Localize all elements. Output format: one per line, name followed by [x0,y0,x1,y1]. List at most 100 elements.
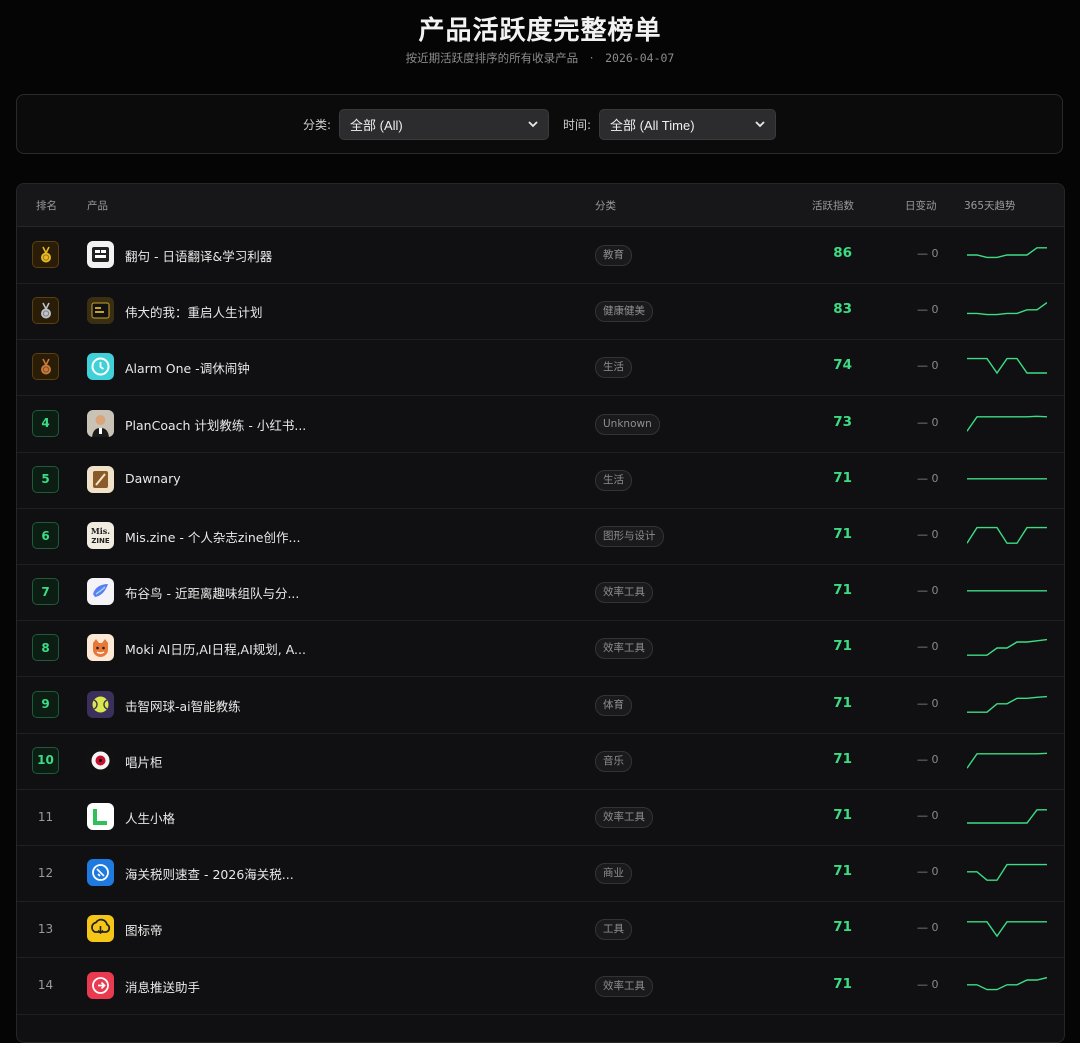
rank-number: 6 [41,528,50,543]
miszine-icon: Mis. ZINE [87,522,114,549]
product-name[interactable]: Moki AI日历,AI日程,AI规划, A... [125,639,306,658]
activity-score: 74 [833,357,852,374]
product-name[interactable]: 伟大的我：重启人生计划 [125,302,263,321]
table-row[interactable]: 13 图标帝 工具 71 — 0 [17,901,1064,959]
rank-badge: 12 [32,859,59,886]
category-select-value: 全部 (All) [350,117,403,133]
svg-text:ZINE: ZINE [91,537,110,545]
product-name[interactable]: Mis.zine - 个人杂志zine创作... [125,527,300,546]
product-name[interactable]: 唱片柜 [125,752,163,771]
table-row[interactable]: 翻句 - 日语翻译&学习利器 教育 86 — 0 [17,227,1064,284]
trend-sparkline [967,639,1047,657]
category-badge: 健康健美 [595,301,653,323]
rank-badge: 11 [32,803,59,830]
table-row[interactable]: 9 击智网球-ai智能教练 体育 71 — 0 [17,677,1064,734]
col-score: 活跃指数 [812,200,854,212]
product-name[interactable]: 翻句 - 日语翻译&学习利器 [125,246,272,265]
table-row[interactable]: 14 消息推送助手 效率工具 71 — 0 [17,958,1064,1015]
product-name[interactable]: 布谷鸟 - 近距离趣味组队与分... [125,583,299,602]
product-name[interactable]: Alarm One -调休闹钟 [125,358,250,377]
svg-text:Mis.: Mis. [91,526,110,536]
daily-change: — 0 [917,415,939,429]
activity-score: 71 [833,469,852,486]
category-badge: 生活 [595,357,632,379]
push-icon [87,971,114,999]
daily-change: — 0 [917,809,939,822]
category-badge: 工具 [595,919,632,941]
activity-score: 71 [833,582,852,599]
activity-score: 73 [833,413,852,430]
category-badge: 音乐 [595,750,632,772]
activity-score: 71 [833,638,852,655]
table-row[interactable]: Alarm One -调休闹钟 生活 74 — 0 [17,339,1064,397]
subtitle-text: 按近期活跃度排序的所有收录产品 [405,51,579,65]
category-filter-label: 分类: [302,117,331,132]
trend-sparkline [967,302,1047,316]
activity-score: 71 [833,750,852,767]
category-badge: 教育 [595,245,632,266]
bugu-icon [87,578,114,606]
activity-score: 86 [833,245,852,261]
category-badge: 商业 [595,863,632,885]
trend-sparkline [967,415,1047,432]
table-row[interactable]: 7 布谷鸟 - 近距离趣味组队与分... 效率工具 71 — 0 [17,564,1064,622]
chevron-down-icon [755,120,765,127]
activity-score: 71 [833,863,852,880]
table-row[interactable]: 6 Mis. ZINE Mis.zine - 个人杂志zine创作... 图形与设计 71… [17,508,1064,565]
product-name[interactable]: 击智网球-ai智能教练 [125,696,241,715]
rank-number: 7 [41,584,50,599]
product-name[interactable]: 消息推送助手 [125,977,200,996]
rank-number: 10 [37,753,54,768]
daily-change: — 0 [917,752,939,766]
trend-sparkline [967,976,1047,990]
trend-sparkline [967,752,1047,769]
category-badge: Unknown [595,413,660,435]
table-row[interactable]: 8 Moki AI日历,AI日程,AI规划, A... 效率工具 71 — 0 [17,620,1064,678]
table-row[interactable]: 4 PlanCoach 计划教练 - 小红书... Unknown 73 — 0 [17,396,1064,453]
product-name[interactable]: 图标帝 [125,920,163,939]
trend-sparkline [967,526,1047,544]
category-badge: 效率工具 [595,807,653,828]
gold-medal-icon [40,246,51,262]
table-row[interactable]: 10 唱片柜 音乐 71 — 0 [17,733,1064,790]
table-row[interactable]: 12 海关税则速查 - 2026海关税... 商业 71 — 0 [17,845,1064,903]
category-badge: 生活 [595,469,632,491]
col-change: 日变动 [905,200,937,212]
product-name[interactable]: PlanCoach 计划教练 - 小红书... [125,415,306,434]
time-filter-label: 时间: [563,117,592,132]
activity-score: 71 [833,975,852,992]
rank-badge: 6 [32,522,59,549]
table-row[interactable]: 5 Dawnary 生活 71 — 0 [17,452,1064,509]
category-badge: 图形与设计 [595,526,664,547]
rank-badge: 14 [32,972,59,999]
product-name[interactable]: Dawnary [125,471,181,486]
category-badge: 效率工具 [595,638,653,660]
daily-change: — 0 [917,528,939,541]
rank-number: 14 [37,978,54,993]
rank-badge: 10 [32,746,59,774]
table-row[interactable]: 11 人生小格 效率工具 71 — 0 [17,789,1064,846]
table-row[interactable]: 伟大的我：重启人生计划 健康健美 83 — 0 [17,283,1064,341]
category-badge: 效率工具 [595,582,653,604]
bronze-medal-icon [40,358,51,375]
category-select[interactable]: 全部 (All) [339,108,549,140]
category-badge: 体育 [595,694,632,716]
rank-number: 5 [41,472,50,487]
activity-score: 71 [833,807,852,823]
customs-icon [87,859,114,887]
col-rank: 排名 [36,200,57,212]
product-name[interactable]: 海关税则速查 - 2026海关税... [125,864,294,883]
page-subtitle: 按近期活跃度排序的所有收录产品 · 2026-04-07 [0,50,1080,66]
trend-sparkline [967,590,1047,592]
trend-sparkline [967,695,1047,713]
daily-change: — 0 [917,303,939,317]
trend-sparkline [967,247,1047,259]
trend-sparkline [967,864,1047,882]
rank-number: 8 [41,640,50,655]
subtitle-date: 2026-04-07 [605,51,675,65]
product-name[interactable]: 人生小格 [125,808,175,827]
daily-change: — 0 [917,359,939,373]
rank-badge: 8 [32,634,59,662]
time-select[interactable]: 全部 (All Time) [599,108,777,140]
activity-score: 71 [833,919,852,936]
